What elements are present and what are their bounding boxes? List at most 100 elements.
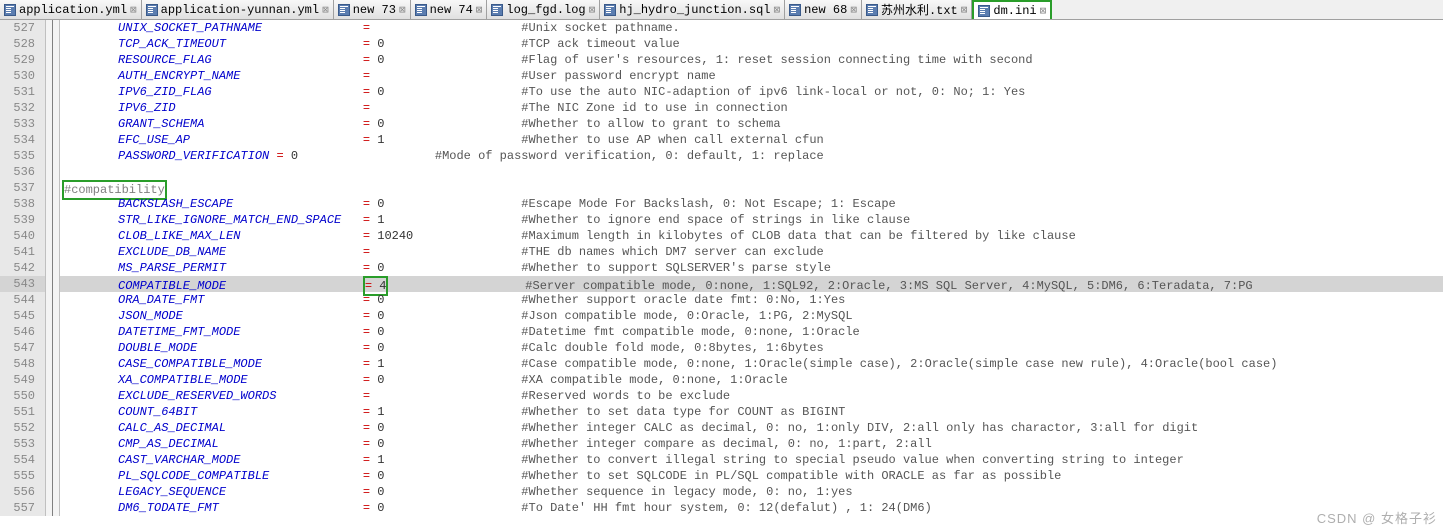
operator: = — [363, 501, 377, 515]
tab-application-yunnan-yml[interactable]: application-yunnan.yml⊠ — [142, 0, 334, 19]
tab-application-yml[interactable]: application.yml⊠ — [0, 0, 142, 19]
tab-dm-ini[interactable]: dm.ini⊠ — [972, 0, 1052, 19]
line-number: 550 — [0, 388, 46, 404]
param-name: EFC_USE_AP — [118, 133, 190, 147]
code-line[interactable]: 543COMPATIBLE_MODE = 4 #Server compatibl… — [0, 276, 1443, 292]
operator: = — [363, 453, 377, 467]
close-icon[interactable]: ⊠ — [476, 3, 483, 17]
param-name: COMPATIBLE_MODE — [118, 279, 226, 293]
comment: #To Date' HH fmt hour system, 0: 12(defa… — [521, 501, 931, 515]
comment: #Whether integer CALC as decimal, 0: no,… — [521, 421, 1198, 435]
code-line[interactable]: 550EXCLUDE_RESERVED_WORDS = #Reserved wo… — [0, 388, 1443, 404]
code-line[interactable]: 540CLOB_LIKE_MAX_LEN = 10240 #Maximum le… — [0, 228, 1443, 244]
code-content: DOUBLE_MODE = 0 #Calc double fold mode, … — [60, 340, 1443, 356]
fold-gutter — [46, 84, 60, 100]
close-icon[interactable]: ⊠ — [1040, 4, 1047, 18]
tab--txt[interactable]: 苏州水利.txt⊠ — [862, 0, 972, 19]
code-line[interactable]: 553CMP_AS_DECIMAL = 0 #Whether integer c… — [0, 436, 1443, 452]
code-line[interactable]: 528TCP_ACK_TIMEOUT = 0 #TCP ack timeout … — [0, 36, 1443, 52]
close-icon[interactable]: ⊠ — [589, 3, 596, 17]
code-line[interactable]: 535PASSWORD_VERIFICATION = 0 #Mode of pa… — [0, 148, 1443, 164]
code-line[interactable]: 538BACKSLASH_ESCAPE = 0 #Escape Mode For… — [0, 196, 1443, 212]
tab-hj-hydro-junction-sql[interactable]: hj_hydro_junction.sql⊠ — [600, 0, 785, 19]
code-content: CLOB_LIKE_MAX_LEN = 10240 #Maximum lengt… — [60, 228, 1443, 244]
code-line[interactable]: 544ORA_DATE_FMT = 0 #Whether support ora… — [0, 292, 1443, 308]
line-number: 548 — [0, 356, 46, 372]
operator: = — [363, 37, 377, 51]
tab-new-73[interactable]: new 73⊠ — [334, 0, 411, 19]
close-icon[interactable]: ⊠ — [399, 3, 406, 17]
code-line[interactable]: 555PL_SQLCODE_COMPATIBLE = 0 #Whether to… — [0, 468, 1443, 484]
param-name: BACKSLASH_ESCAPE — [118, 197, 233, 211]
line-number: 557 — [0, 500, 46, 516]
operator: = — [363, 405, 377, 419]
code-line[interactable]: 542MS_PARSE_PERMIT = 0 #Whether to suppo… — [0, 260, 1443, 276]
code-content: DATETIME_FMT_MODE = 0 #Datetime fmt comp… — [60, 324, 1443, 340]
param-name: PASSWORD_VERIFICATION — [118, 149, 269, 163]
code-editor[interactable]: 527UNIX_SOCKET_PATHNAME = #Unix socket p… — [0, 20, 1443, 529]
param-value: 4 — [379, 279, 386, 293]
code-line[interactable]: 554CAST_VARCHAR_MODE = 1 #Whether to con… — [0, 452, 1443, 468]
code-content: TCP_ACK_TIMEOUT = 0 #TCP ack timeout val… — [60, 36, 1443, 52]
code-line[interactable]: 537#compatibility — [0, 180, 1443, 196]
close-icon[interactable]: ⊠ — [773, 3, 780, 17]
fold-gutter — [46, 100, 60, 116]
code-line[interactable]: 539STR_LIKE_IGNORE_MATCH_END_SPACE = 1 #… — [0, 212, 1443, 228]
line-number: 537 — [0, 180, 46, 196]
code-line[interactable]: 556LEGACY_SEQUENCE = 0 #Whether sequence… — [0, 484, 1443, 500]
param-name: EXCLUDE_RESERVED_WORDS — [118, 389, 276, 403]
param-name: COUNT_64BIT — [118, 405, 197, 419]
code-line[interactable]: 552CALC_AS_DECIMAL = 0 #Whether integer … — [0, 420, 1443, 436]
operator: = — [363, 229, 377, 243]
operator: = — [363, 69, 377, 83]
fold-gutter — [46, 308, 60, 324]
comment: #Flag of user's resources, 1: reset sess… — [521, 53, 1032, 67]
param-name: CALC_AS_DECIMAL — [118, 421, 226, 435]
code-content: DM6_TODATE_FMT = 0 #To Date' HH fmt hour… — [60, 500, 1443, 516]
operator: = — [363, 261, 377, 275]
operator: = — [363, 309, 377, 323]
fold-gutter — [46, 276, 60, 292]
code-line[interactable]: 536 — [0, 164, 1443, 180]
code-line[interactable]: 549XA_COMPATIBLE_MODE = 0 #XA compatible… — [0, 372, 1443, 388]
line-number: 532 — [0, 100, 46, 116]
code-line[interactable]: 557 DM6_TODATE_FMT = 0 #To Date' HH fmt h… — [0, 500, 1443, 516]
close-icon[interactable]: ⊠ — [130, 3, 137, 17]
tab-label: application.yml — [19, 3, 127, 17]
tab-new-68[interactable]: new 68⊠ — [785, 0, 862, 19]
close-icon[interactable]: ⊠ — [961, 3, 968, 17]
line-number: 538 — [0, 196, 46, 212]
code-line[interactable]: 532IPV6_ZID = #The NIC Zone id to use in… — [0, 100, 1443, 116]
tab-log-fgd-log[interactable]: log_fgd.log⊠ — [487, 0, 600, 19]
fold-gutter — [46, 500, 60, 516]
line-number: 553 — [0, 436, 46, 452]
param-name: MS_PARSE_PERMIT — [118, 261, 226, 275]
close-icon[interactable]: ⊠ — [850, 3, 857, 17]
code-line[interactable]: 546DATETIME_FMT_MODE = 0 #Datetime fmt c… — [0, 324, 1443, 340]
comment: #Whether sequence in legacy mode, 0: no,… — [521, 485, 852, 499]
code-line[interactable]: 530AUTH_ENCRYPT_NAME = #User password en… — [0, 68, 1443, 84]
comment: #The NIC Zone id to use in connection — [521, 101, 787, 115]
fold-gutter — [46, 68, 60, 84]
tab-new-74[interactable]: new 74⊠ — [411, 0, 488, 19]
code-line[interactable]: 548CASE_COMPATIBLE_MODE = 1 #Case compat… — [0, 356, 1443, 372]
code-line[interactable]: 527UNIX_SOCKET_PATHNAME = #Unix socket p… — [0, 20, 1443, 36]
comment: #Whether to convert illegal string to sp… — [521, 453, 1184, 467]
code-line[interactable]: 551COUNT_64BIT = 1 #Whether to set data … — [0, 404, 1443, 420]
operator: = — [363, 245, 377, 259]
param-name: LEGACY_SEQUENCE — [118, 485, 226, 499]
watermark: CSDN @ 女格子衫 — [1317, 508, 1437, 527]
code-line[interactable]: 531IPV6_ZID_FLAG = 0 #To use the auto NI… — [0, 84, 1443, 100]
code-content: CAST_VARCHAR_MODE = 1 #Whether to conver… — [60, 452, 1443, 468]
code-line[interactable]: 534EFC_USE_AP = 1 #Whether to use AP whe… — [0, 132, 1443, 148]
param-name: TCP_ACK_TIMEOUT — [118, 37, 226, 51]
code-line[interactable]: 541EXCLUDE_DB_NAME = #THE db names which… — [0, 244, 1443, 260]
param-name: IPV6_ZID_FLAG — [118, 85, 212, 99]
code-content: EFC_USE_AP = 1 #Whether to use AP when c… — [60, 132, 1443, 148]
close-icon[interactable]: ⊠ — [322, 3, 329, 17]
code-line[interactable]: 533GRANT_SCHEMA = 0 #Whether to allow to… — [0, 116, 1443, 132]
code-line[interactable]: 529RESOURCE_FLAG = 0 #Flag of user's res… — [0, 52, 1443, 68]
line-number: 536 — [0, 164, 46, 180]
code-line[interactable]: 545JSON_MODE = 0 #Json compatible mode, … — [0, 308, 1443, 324]
code-line[interactable]: 547DOUBLE_MODE = 0 #Calc double fold mod… — [0, 340, 1443, 356]
